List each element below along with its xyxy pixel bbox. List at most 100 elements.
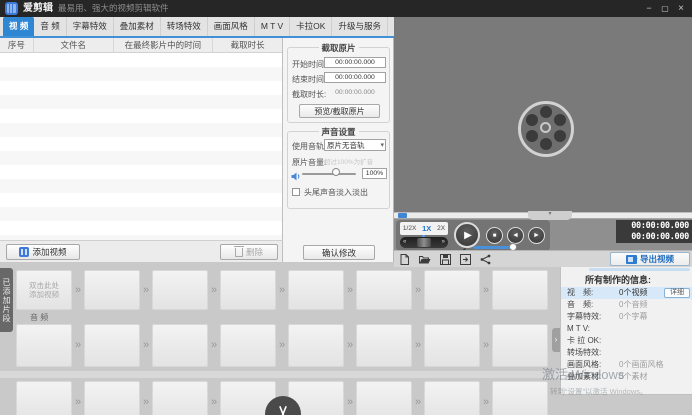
close-button[interactable] (674, 0, 688, 17)
confirm-button[interactable]: 确认修改 (303, 245, 375, 260)
save-as-icon[interactable] (460, 254, 471, 265)
seek-handle[interactable] (398, 213, 407, 218)
speed-1X[interactable]: 1X (422, 224, 431, 233)
tab-karaoke[interactable]: 卡拉OK (290, 17, 332, 36)
audio-track-label: 音 频 (30, 312, 48, 323)
clip-chevron-icon: » (72, 340, 84, 351)
jog-forward-icon: » (442, 237, 445, 248)
panel-toggle[interactable] (552, 328, 560, 352)
info-row-label: 卡 拉 OK: (567, 335, 601, 347)
jog-handle[interactable] (417, 238, 431, 247)
clip-slot[interactable] (152, 381, 208, 415)
clip-slot[interactable] (492, 381, 548, 415)
end-time-label: 结束时间: (292, 74, 326, 85)
step-back-button[interactable] (507, 227, 524, 244)
info-row-value: 0个字幕 (619, 311, 647, 323)
speed-1/2X[interactable]: 1/2X (403, 225, 416, 232)
speed-2X[interactable]: 2X (437, 225, 445, 232)
minimize-button[interactable] (642, 0, 656, 17)
clip-chevron-icon: » (344, 340, 356, 351)
start-time-input[interactable] (324, 57, 386, 68)
clip-slot[interactable] (288, 324, 344, 367)
clip-chevron-icon: » (72, 397, 84, 408)
title-bar: 爱剪辑 最易用、强大的视频剪辑软件 (0, 0, 692, 17)
clip-slot[interactable] (152, 324, 208, 367)
clip-slot[interactable] (424, 324, 480, 367)
clip-slot[interactable] (356, 381, 412, 415)
tab-video[interactable]: 视 频 (3, 17, 34, 36)
clip-chevron-icon: » (208, 397, 220, 408)
clip-slot[interactable] (152, 270, 208, 310)
info-row-label: M T V: (567, 323, 590, 335)
detail-button[interactable]: 详细 (664, 288, 690, 298)
export-video-button[interactable]: 导出视频 (610, 252, 690, 266)
clip-slot[interactable] (424, 270, 480, 310)
clip-slot[interactable] (84, 324, 140, 367)
clip-slot[interactable] (84, 270, 140, 310)
audio-track-select[interactable]: 原片无音轨 (324, 139, 386, 151)
speaker-icon (291, 168, 301, 186)
tab-upgrade[interactable]: 升级与服务 (332, 17, 388, 36)
volume-slider-track[interactable] (302, 173, 356, 175)
clip-chevron-icon: » (72, 285, 84, 296)
end-time-input[interactable] (324, 72, 386, 83)
add-video-placeholder[interactable]: 双击此处添加视频 (16, 270, 72, 310)
film-reel-icon (518, 101, 574, 157)
fade-checkbox[interactable] (292, 188, 300, 196)
volume-slider-handle[interactable] (332, 168, 340, 176)
stop-button[interactable] (486, 227, 503, 244)
volume-value-input[interactable] (362, 168, 387, 179)
start-time-label: 开始时间: (292, 59, 326, 70)
file-list-toolbar: 添加视频 删除 (0, 240, 283, 262)
clip-slot[interactable] (220, 324, 276, 367)
tab-picture-style[interactable]: 画面风格 (208, 17, 255, 36)
clip-slot[interactable] (16, 324, 72, 367)
clip-chevron-icon: » (480, 397, 492, 408)
clip-settings-panel: 截取原片 开始时间: 结束时间: 截取时长: 00:00:00.000 预览/截… (283, 38, 394, 262)
maximize-button[interactable] (658, 0, 672, 17)
tab-subtitle-fx[interactable]: 字幕特效 (67, 17, 114, 36)
clip-slot[interactable] (288, 270, 344, 310)
clip-chevron-icon: » (480, 285, 492, 296)
tab-overlay-material[interactable]: 叠加素材 (114, 17, 161, 36)
export-video-label: 导出视频 (640, 253, 674, 265)
tab-transition-fx[interactable]: 转场特效 (161, 17, 208, 36)
save-project-icon[interactable] (440, 254, 451, 265)
placeholder-line: 添加视频 (29, 290, 59, 299)
clip-slot[interactable] (492, 324, 548, 367)
jog-shuttle[interactable]: « » (400, 237, 448, 248)
share-icon[interactable] (480, 254, 491, 265)
tab-bar: 视 频音 频字幕特效叠加素材转场特效画面风格M T V卡拉OK升级与服务 (0, 17, 394, 38)
clip-chevron-icon: » (412, 397, 424, 408)
preview-clip-button[interactable]: 预览/截取原片 (299, 104, 380, 118)
file-list-body[interactable] (0, 53, 282, 240)
player-volume-slider[interactable] (473, 246, 513, 249)
app-tagline: 最易用、强大的视频剪辑软件 (58, 0, 169, 17)
clip-slot[interactable] (356, 270, 412, 310)
add-video-button[interactable]: 添加视频 (6, 244, 80, 260)
info-panel-scrollbar[interactable] (589, 268, 690, 271)
info-row: M T V: (561, 323, 692, 335)
delete-button[interactable]: 删除 (220, 244, 278, 260)
volume-label: 原片音量: (292, 157, 326, 168)
new-project-icon[interactable] (399, 254, 410, 265)
step-forward-button[interactable] (528, 227, 545, 244)
clip-slot[interactable] (84, 381, 140, 415)
info-row: 卡 拉 OK: (561, 335, 692, 347)
clip-slot[interactable] (424, 381, 480, 415)
added-clips-tab[interactable]: 已添加片段 (0, 268, 13, 332)
clip-slot[interactable] (16, 381, 72, 415)
clip-slot[interactable] (492, 270, 548, 310)
open-project-icon[interactable] (419, 254, 431, 265)
tab-mtv[interactable]: M T V (255, 17, 290, 36)
info-row-label: 字幕特效: (567, 311, 601, 323)
clip-slot[interactable] (356, 324, 412, 367)
player-cluster: 1/2X 1X 2X « » (396, 220, 550, 251)
clip-slot[interactable] (220, 270, 276, 310)
file-list-header: 序号 文件名 在最终影片中的时间 截取时长 (0, 38, 282, 53)
clip-chevron-icon: » (276, 340, 288, 351)
collapse-handle[interactable] (528, 211, 572, 220)
tab-audio[interactable]: 音 频 (34, 17, 66, 36)
clip-chevron-icon: » (412, 340, 424, 351)
sound-section: 声音设置 使用音轨: 原片无音轨 原片音量: 超过100%为扩音 头尾声音淡入淡… (287, 131, 390, 209)
